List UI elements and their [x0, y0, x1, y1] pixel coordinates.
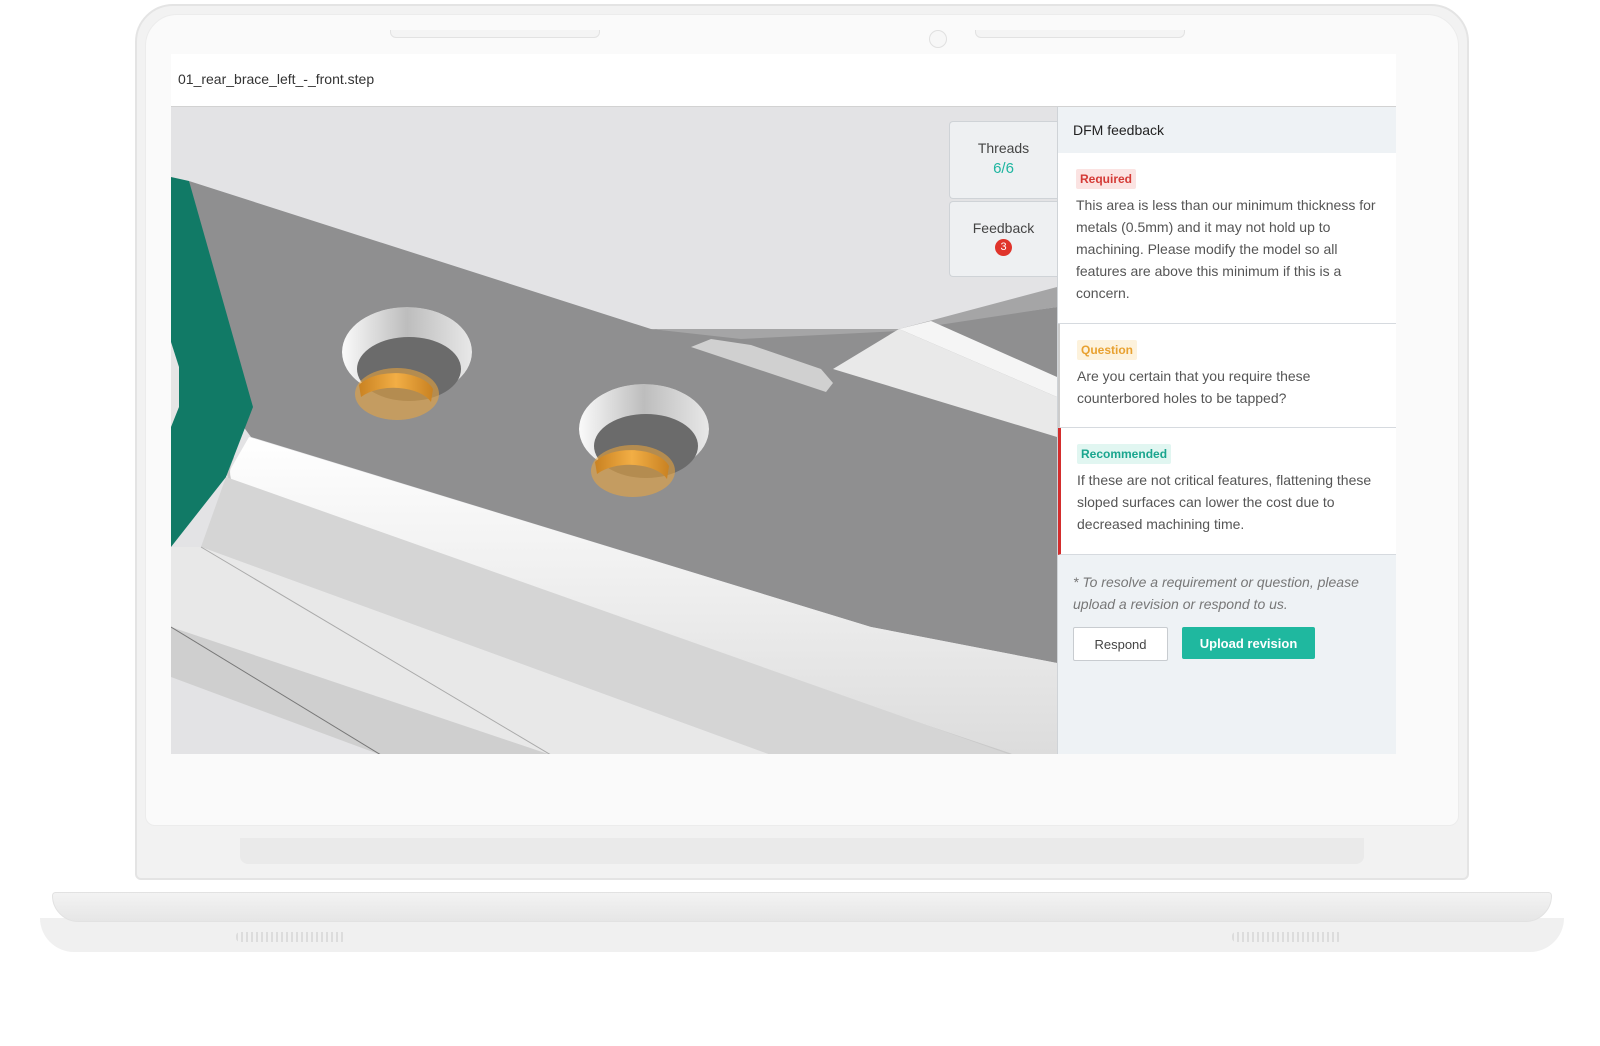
- vent-right: [1232, 932, 1342, 942]
- recommended-tag: Recommended: [1077, 444, 1172, 464]
- speaker-grille-right: [975, 30, 1185, 38]
- vent-left: [236, 932, 346, 942]
- resolve-note: * To resolve a requirement or question, …: [1073, 574, 1359, 612]
- tab-threads-label: Threads: [977, 140, 1030, 156]
- laptop-hinge: [240, 838, 1364, 864]
- cad-model-render[interactable]: [171, 107, 1057, 754]
- feedback-count-badge: 3: [995, 239, 1012, 256]
- feedback-item-recommended[interactable]: Recommended If these are not critical fe…: [1058, 428, 1396, 555]
- upload-revision-button[interactable]: Upload revision: [1182, 627, 1315, 659]
- feedback-item-required[interactable]: Required This area is less than our mini…: [1058, 153, 1396, 324]
- required-tag: Required: [1076, 169, 1137, 189]
- action-buttons: Respond Upload revision: [1058, 615, 1396, 661]
- laptop-base: [52, 892, 1552, 922]
- file-title: 01_rear_brace_left_-_front.step: [178, 71, 375, 87]
- feedback-item-question[interactable]: Question Are you certain that you requir…: [1058, 324, 1396, 428]
- model-viewport[interactable]: Threads 6/6 Feedback 3: [171, 106, 1057, 754]
- tab-feedback-label: Feedback: [972, 220, 1035, 236]
- threads-count: 6/6: [993, 160, 1014, 177]
- feedback-text: Are you certain that you require these c…: [1077, 368, 1311, 406]
- feedback-text: This area is less than our minimum thick…: [1076, 197, 1376, 301]
- dfm-feedback-panel: DFM feedback Required This area is less …: [1057, 106, 1396, 754]
- app-screen: 01_rear_brace_left_-_front.step Threads …: [171, 54, 1396, 754]
- speaker-grille-left: [390, 30, 600, 38]
- panel-title: DFM feedback: [1073, 122, 1165, 138]
- tab-feedback[interactable]: Feedback 3: [949, 201, 1057, 277]
- camera-icon: [929, 30, 947, 48]
- respond-button[interactable]: Respond: [1073, 627, 1168, 661]
- feedback-text: If these are not critical features, flat…: [1077, 472, 1372, 532]
- question-tag: Question: [1077, 340, 1138, 360]
- tab-threads[interactable]: Threads 6/6: [949, 121, 1057, 199]
